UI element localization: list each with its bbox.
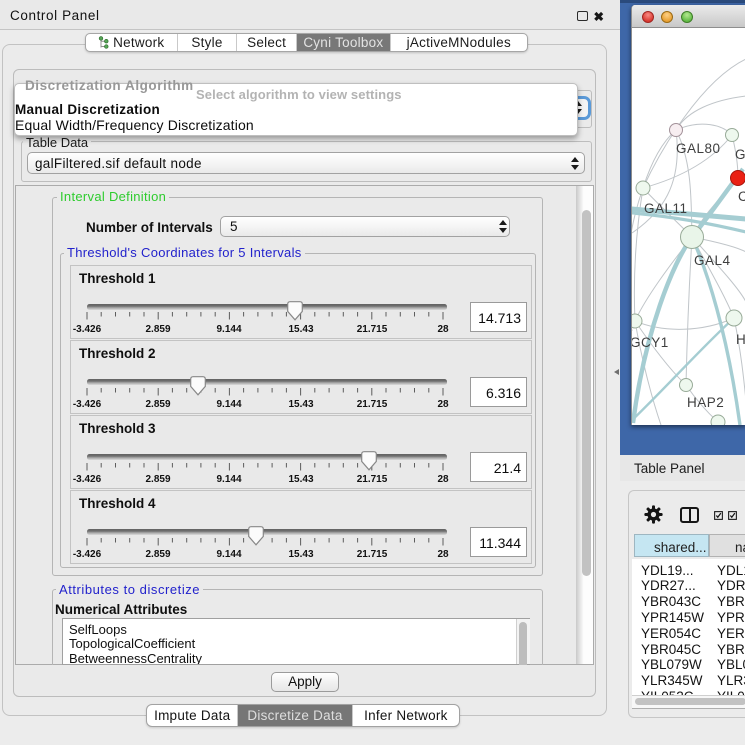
- svg-text:GCY1: GCY1: [632, 335, 669, 350]
- svg-text:GA: GA: [735, 147, 745, 162]
- svg-text:GAL11: GAL11: [644, 201, 688, 216]
- svg-text:GAL80: GAL80: [676, 141, 721, 156]
- svg-text:C: C: [738, 189, 745, 204]
- svg-text:GAL4: GAL4: [694, 253, 731, 268]
- svg-text:H: H: [736, 332, 745, 347]
- svg-text:HAP2: HAP2: [687, 395, 724, 410]
